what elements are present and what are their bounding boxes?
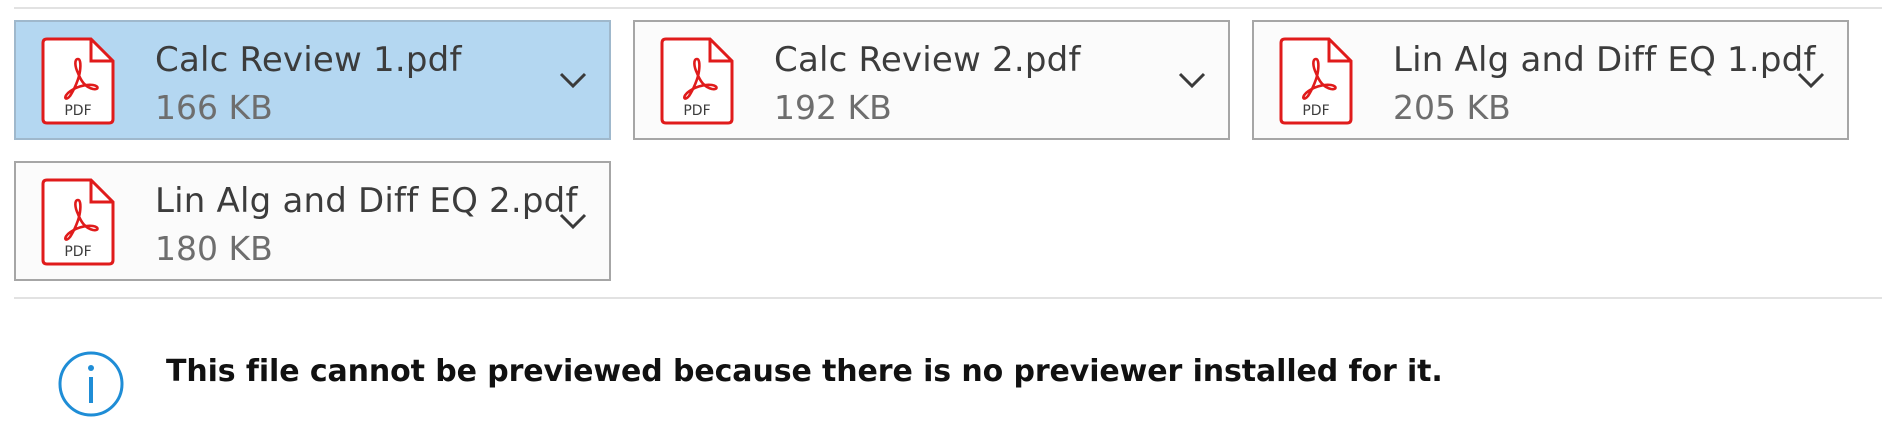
svg-text:PDF: PDF xyxy=(64,244,91,260)
chevron-down-icon[interactable] xyxy=(1176,64,1208,96)
attachment-name: Lin Alg and Diff EQ 1.pdf xyxy=(1393,40,1816,80)
attachment-card[interactable]: PDF Lin Alg and Diff EQ 2.pdf 180 KB xyxy=(14,161,611,281)
pdf-file-icon: PDF xyxy=(1279,37,1353,125)
attachment-name: Lin Alg and Diff EQ 2.pdf xyxy=(155,181,578,221)
preview-unavailable-message: This file cannot be previewed because th… xyxy=(166,354,1443,389)
section-divider xyxy=(14,297,1882,299)
pdf-file-icon: PDF xyxy=(41,37,115,125)
svg-text:PDF: PDF xyxy=(1302,103,1329,119)
chevron-down-icon[interactable] xyxy=(557,64,589,96)
attachment-card[interactable]: PDF Calc Review 1.pdf 166 KB xyxy=(14,20,611,140)
attachment-card[interactable]: PDF Lin Alg and Diff EQ 1.pdf 205 KB xyxy=(1252,20,1849,140)
attachment-size: 205 KB xyxy=(1393,88,1511,127)
info-icon xyxy=(58,351,124,417)
attachment-card[interactable]: PDF Calc Review 2.pdf 192 KB xyxy=(633,20,1230,140)
svg-text:PDF: PDF xyxy=(683,103,710,119)
chevron-down-icon[interactable] xyxy=(557,205,589,237)
top-divider xyxy=(14,7,1882,9)
attachment-size: 166 KB xyxy=(155,88,273,127)
attachment-name: Calc Review 1.pdf xyxy=(155,40,462,80)
pdf-file-icon: PDF xyxy=(41,178,115,266)
attachment-size: 180 KB xyxy=(155,229,273,268)
svg-text:PDF: PDF xyxy=(64,103,91,119)
pdf-file-icon: PDF xyxy=(660,37,734,125)
attachment-name: Calc Review 2.pdf xyxy=(774,40,1081,80)
chevron-down-icon[interactable] xyxy=(1795,64,1827,96)
attachment-size: 192 KB xyxy=(774,88,892,127)
